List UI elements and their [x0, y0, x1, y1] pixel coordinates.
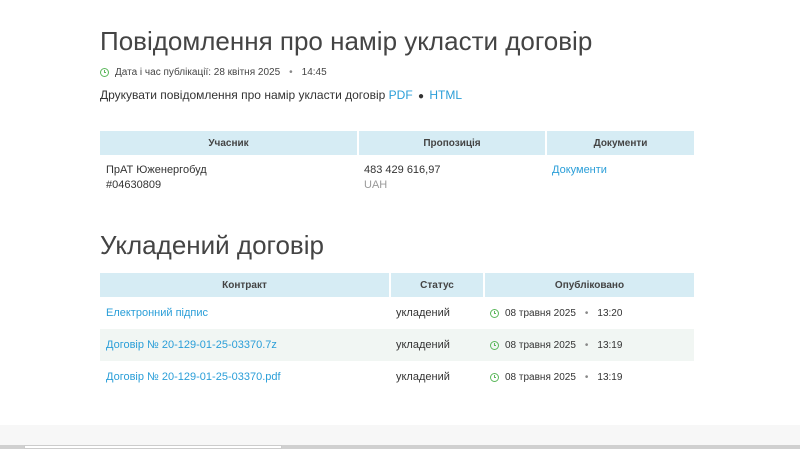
published-date: 08 травня 2025 — [505, 307, 576, 319]
participant-name: ПрАТ Юженергобуд — [106, 164, 207, 176]
bullet-separator: ● — [418, 91, 425, 102]
contract-table: Контракт Статус Опубліковано Електронний… — [100, 273, 694, 393]
separator-dot: • — [289, 67, 293, 78]
header-status: Статус — [390, 273, 485, 297]
contract-status: укладений — [396, 371, 450, 383]
print-line: Друкувати повідомлення про намір укласти… — [100, 88, 462, 102]
contract-link[interactable]: Договір № 20-129-01-25-03370.pdf — [106, 371, 281, 383]
pdf-link[interactable]: PDF — [389, 88, 413, 102]
header-proposal: Пропозиція — [358, 131, 547, 155]
publication-meta: Дата і час публікації: 28 квітня 2025 • … — [100, 67, 327, 78]
table-row: Електронний підпис укладений 08 травня 2… — [100, 297, 694, 329]
contract-link[interactable]: Договір № 20-129-01-25-03370.7z — [106, 339, 277, 351]
clock-icon — [490, 372, 499, 382]
table-row: Договір № 20-129-01-25-03370.7z укладени… — [100, 329, 694, 361]
clock-icon — [490, 340, 499, 350]
header-published: Опубліковано — [484, 273, 694, 297]
clock-icon — [100, 68, 109, 77]
published-cell: 08 травня 2025 • 13:19 — [490, 340, 688, 351]
participants-table: Учасник Пропозиція Документи ПрАТ Юженер… — [100, 131, 694, 201]
scrollbar-thumb[interactable] — [24, 445, 282, 449]
proposal-cell: 483 429 616,97 UAH — [358, 155, 546, 201]
contract-status: укладений — [390, 329, 484, 361]
header-documents: Документи — [546, 131, 694, 155]
published-time: 13:20 — [597, 307, 623, 319]
clock-icon — [490, 308, 499, 318]
contract-title: Укладений договір — [100, 230, 324, 260]
html-link[interactable]: HTML — [429, 88, 462, 102]
participant-code: #04630809 — [106, 179, 162, 191]
published-time: 13:19 — [597, 371, 623, 383]
separator-dot: • — [584, 371, 589, 383]
header-participant: Учасник — [100, 131, 359, 155]
proposal-amount: 483 429 616,97 — [364, 164, 441, 176]
published-cell: 08 травня 2025 • 13:19 — [490, 372, 688, 383]
published-cell: 08 травня 2025 • 13:20 — [490, 308, 688, 319]
table-row: ПрАТ Юженергобуд #04630809 483 429 616,9… — [100, 155, 694, 201]
participant-cell: ПрАТ Юженергобуд #04630809 — [100, 155, 358, 201]
contract-link[interactable]: Електронний підпис — [106, 307, 208, 319]
published-time: 13:19 — [597, 339, 623, 351]
header-contract: Контракт — [100, 273, 391, 297]
documents-cell: Документи — [546, 155, 694, 201]
proposal-currency: UAH — [364, 179, 388, 191]
published-time: 14:45 — [301, 67, 327, 78]
print-text: Друкувати повідомлення про намір укласти… — [100, 88, 386, 102]
separator-dot: • — [584, 339, 589, 351]
published-date: 08 травня 2025 — [505, 339, 576, 351]
contract-status: укладений — [396, 307, 450, 319]
table-row: Договір № 20-129-01-25-03370.pdf укладен… — [100, 361, 694, 393]
documents-link[interactable]: Документи — [552, 164, 607, 176]
separator-dot: • — [584, 307, 589, 319]
published-date: 08 травня 2025 — [505, 371, 576, 383]
published-label: Дата і час публікації: 28 квітня 2025 — [115, 67, 281, 78]
notice-title: Повідомлення про намір укласти договір — [100, 26, 593, 56]
